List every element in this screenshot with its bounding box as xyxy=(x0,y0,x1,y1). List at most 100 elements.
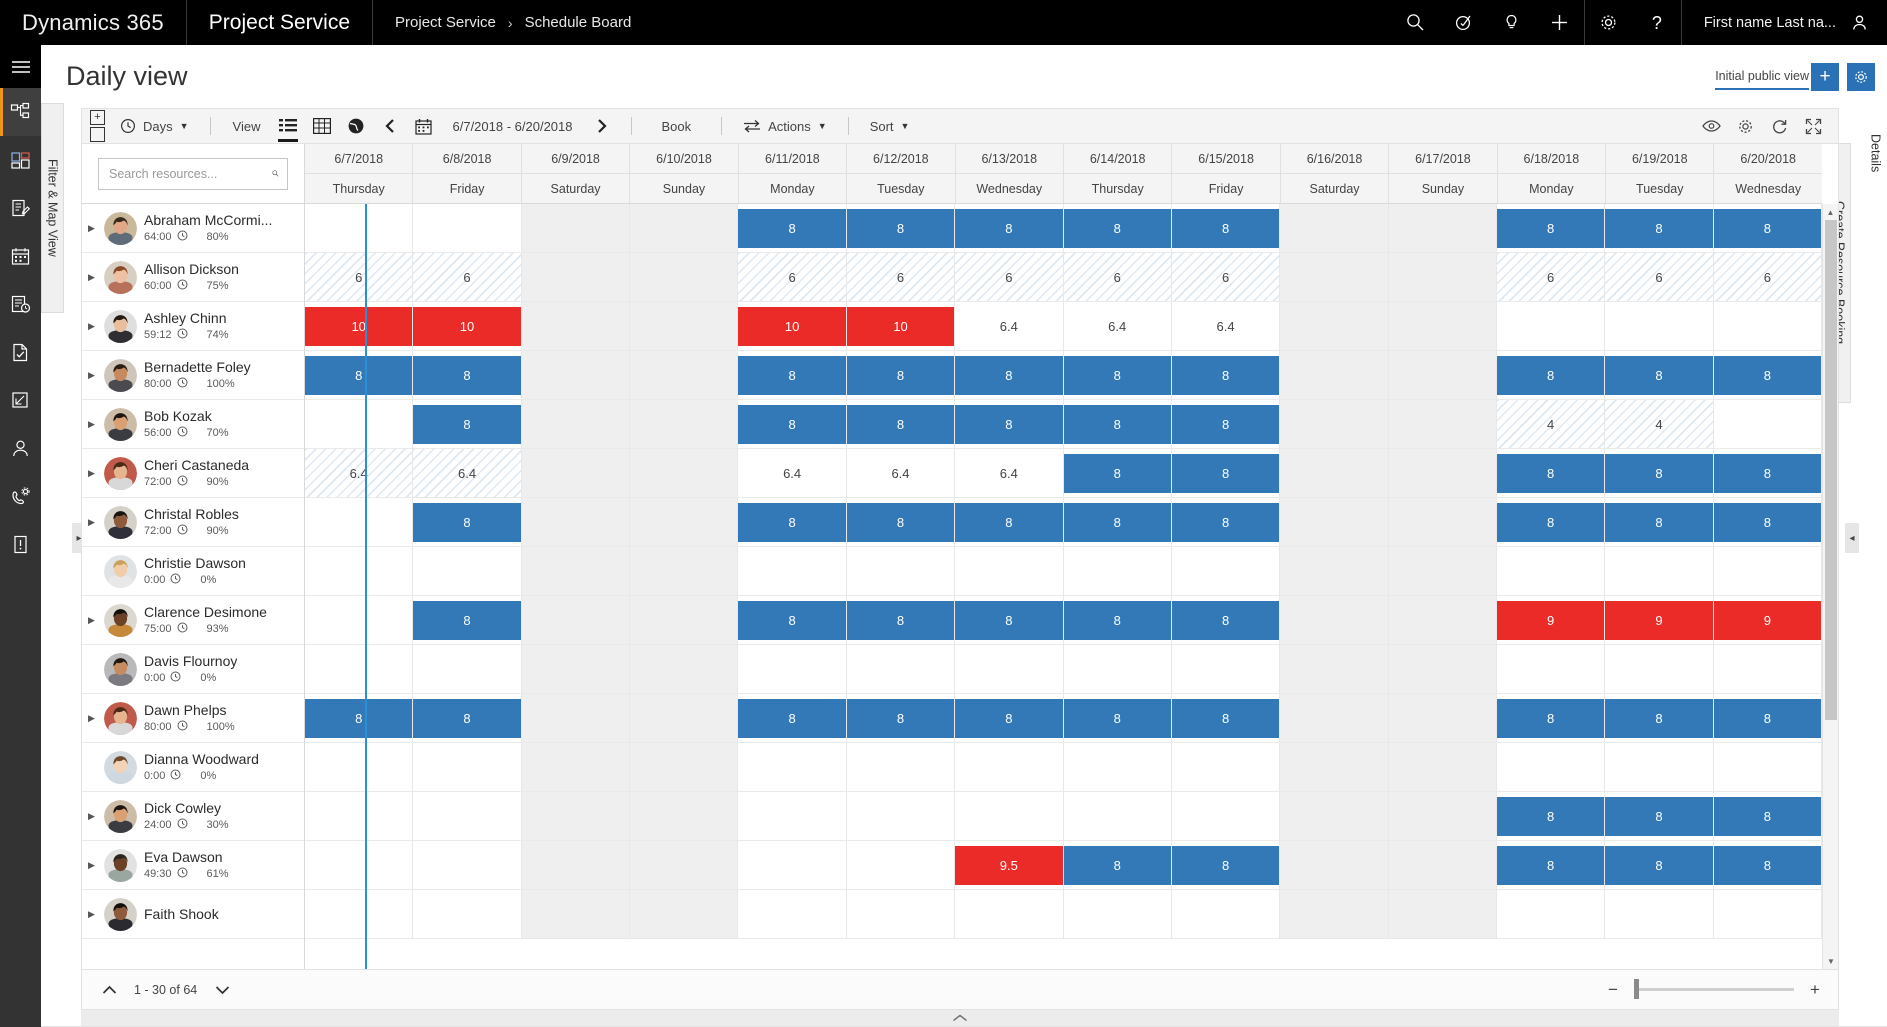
sidebar-item-user[interactable] xyxy=(0,424,41,472)
booking-block-full[interactable]: 8 xyxy=(1496,797,1605,836)
booking-block-full[interactable]: 8 xyxy=(1063,601,1171,640)
board-settings-gear-icon[interactable] xyxy=(1728,109,1762,143)
booking-cell[interactable]: 8 xyxy=(846,498,956,546)
booking-cell[interactable]: 8 xyxy=(1171,400,1281,448)
booking-cell[interactable] xyxy=(521,449,631,497)
booking-block-full[interactable]: 8 xyxy=(1063,503,1171,542)
booking-cell[interactable]: 6.4 xyxy=(846,449,956,497)
booking-cell[interactable] xyxy=(1388,351,1497,399)
booking-cell[interactable]: 8 xyxy=(1496,449,1606,497)
booking-cell[interactable] xyxy=(1713,400,1822,448)
booking-cell[interactable]: 4 xyxy=(1605,400,1714,448)
booking-cell[interactable] xyxy=(1280,498,1389,546)
booking-cell[interactable]: 6 xyxy=(1063,253,1172,301)
page-down-button[interactable] xyxy=(207,975,237,1005)
resource-row[interactable]: ▶ Dawn Phelps 80:00 100% xyxy=(82,694,304,743)
booking-block-full[interactable]: 8 xyxy=(738,503,846,542)
booking-cell[interactable] xyxy=(630,890,739,938)
booking-block-full[interactable]: 8 xyxy=(1713,209,1822,248)
booking-block-full[interactable]: 8 xyxy=(955,209,1063,248)
booking-cell[interactable] xyxy=(1388,547,1497,595)
booking-cell[interactable] xyxy=(630,302,739,350)
booking-cell[interactable] xyxy=(1713,890,1822,938)
booking-block-full[interactable]: 8 xyxy=(846,699,955,738)
menu-icon[interactable] xyxy=(0,45,41,88)
booking-block-full[interactable]: 8 xyxy=(1605,846,1713,885)
booking-cell[interactable] xyxy=(1063,743,1172,791)
brand-dynamics365[interactable]: Dynamics 365 xyxy=(0,0,187,45)
booking-block-full[interactable]: 8 xyxy=(955,503,1063,542)
lightbulb-icon[interactable] xyxy=(1488,0,1536,45)
booking-block-full[interactable]: 8 xyxy=(413,699,521,738)
booking-cell[interactable]: 8 xyxy=(738,204,847,252)
zoom-in-button[interactable]: + xyxy=(1804,979,1826,1001)
booking-cell[interactable]: 8 xyxy=(1713,449,1822,497)
booking-cell[interactable] xyxy=(955,890,1064,938)
booking-block-full[interactable]: 8 xyxy=(413,356,521,395)
booking-cell[interactable]: 8 xyxy=(413,351,522,399)
booking-block-full[interactable]: 8 xyxy=(305,356,413,395)
eye-icon[interactable] xyxy=(1694,109,1728,143)
booking-cell[interactable]: 8 xyxy=(413,596,522,644)
booking-cell[interactable] xyxy=(955,792,1064,840)
list-view-icon[interactable] xyxy=(271,109,305,143)
booking-cell[interactable] xyxy=(738,645,847,693)
booking-cell[interactable]: 8 xyxy=(1063,694,1172,742)
booking-cell[interactable]: 8 xyxy=(1713,792,1822,840)
page-up-button[interactable] xyxy=(94,975,124,1005)
booking-block-overbooked[interactable]: 10 xyxy=(305,307,413,346)
booking-cell[interactable]: 8 xyxy=(413,694,522,742)
booking-cell[interactable] xyxy=(630,792,739,840)
booking-cell[interactable] xyxy=(846,792,956,840)
booking-block-full[interactable]: 8 xyxy=(846,209,955,248)
booking-cell[interactable] xyxy=(521,596,631,644)
booking-block-full[interactable]: 8 xyxy=(846,356,955,395)
booking-block-full[interactable]: 8 xyxy=(1605,454,1713,493)
booking-cell[interactable]: 8 xyxy=(1171,449,1281,497)
booking-cell[interactable] xyxy=(1713,645,1822,693)
booking-cell[interactable] xyxy=(521,645,631,693)
booking-cell[interactable] xyxy=(630,694,739,742)
resource-row[interactable]: ▶ Abraham McCormi... 64:00 80% xyxy=(82,204,304,253)
booking-cell[interactable]: 8 xyxy=(1171,841,1281,889)
booking-cell[interactable]: 8 xyxy=(1605,498,1714,546)
timescale-days-dropdown[interactable]: Days ▼ xyxy=(111,109,198,143)
expand-resource-arrow-icon[interactable]: ▶ xyxy=(86,272,97,283)
booking-cell[interactable] xyxy=(305,400,414,448)
booking-cell[interactable] xyxy=(305,547,414,595)
booking-block-full[interactable]: 8 xyxy=(1713,356,1822,395)
booking-block-overbooked[interactable]: 9 xyxy=(1605,601,1713,640)
resource-name[interactable]: Clarence Desimone xyxy=(144,604,267,620)
booking-block-full[interactable]: 8 xyxy=(846,601,955,640)
booking-block-overbooked[interactable]: 10 xyxy=(846,307,955,346)
sidebar-item-archive[interactable] xyxy=(0,376,41,424)
booking-cell[interactable]: 6.4 xyxy=(738,449,847,497)
booking-cell[interactable] xyxy=(1496,890,1606,938)
booking-block-full[interactable]: 8 xyxy=(1063,356,1171,395)
booking-cell[interactable] xyxy=(305,498,414,546)
booking-cell[interactable] xyxy=(1280,792,1389,840)
booking-cell[interactable]: 6 xyxy=(1496,253,1606,301)
booking-block-overbooked[interactable]: 9 xyxy=(1496,601,1605,640)
resource-name[interactable]: Faith Shook xyxy=(144,906,219,922)
booking-cell[interactable]: 8 xyxy=(1063,400,1172,448)
scroll-down-button[interactable]: ▼ xyxy=(1823,953,1838,969)
sidebar-item-document-check[interactable] xyxy=(0,328,41,376)
booking-cell[interactable]: 6 xyxy=(413,253,522,301)
booking-cell[interactable] xyxy=(305,890,414,938)
gear-icon[interactable] xyxy=(1585,0,1633,45)
booking-cell[interactable] xyxy=(738,792,847,840)
resource-name[interactable]: Dianna Woodward xyxy=(144,751,259,767)
booking-cell[interactable] xyxy=(1171,743,1281,791)
booking-block-full[interactable]: 8 xyxy=(1605,699,1713,738)
resource-row[interactable]: Christie Dawson 0:00 0% xyxy=(82,547,304,596)
collapse-all-icon[interactable] xyxy=(90,127,105,142)
booking-cell[interactable]: 8 xyxy=(955,498,1064,546)
booking-cell[interactable] xyxy=(738,547,847,595)
resource-row[interactable]: Dianna Woodward 0:00 0% xyxy=(82,743,304,792)
details-panel-toggle[interactable]: Details xyxy=(1864,103,1887,203)
booking-cell[interactable]: 8 xyxy=(738,351,847,399)
booking-cell[interactable] xyxy=(630,400,739,448)
booking-cell[interactable]: 4 xyxy=(1496,400,1606,448)
booking-cell[interactable]: 8 xyxy=(305,694,414,742)
